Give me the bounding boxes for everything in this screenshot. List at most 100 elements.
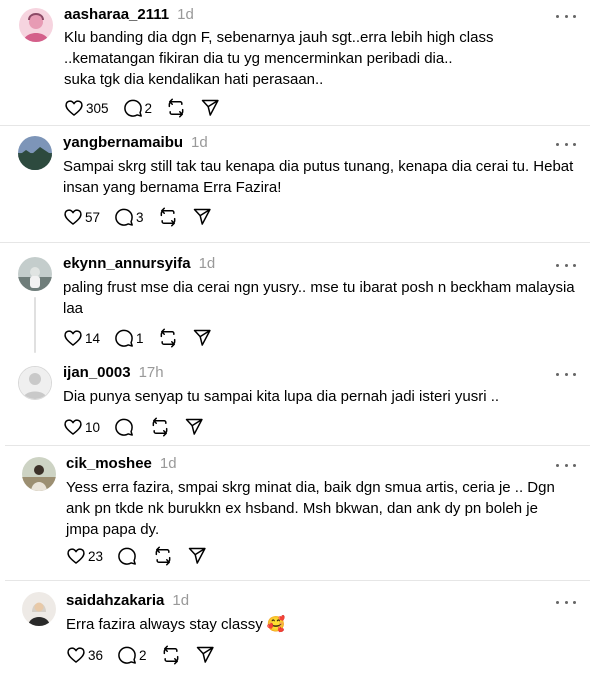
repost-button[interactable] [166,98,186,118]
send-icon [193,329,211,346]
timestamp: 1d [198,255,216,272]
post-header: saidahzakaria 1d [66,592,189,609]
comment-post: aasharaa_2111 1d Klu banding dia dgn F, … [0,0,590,125]
heart-icon [67,548,85,564]
comment-post: ijan_0003 17h Dia punya senyap tu sampai… [0,353,590,445]
comment-post: yangbernamaibu 1d Sampai skrg still tak … [0,126,590,242]
more-options-icon[interactable] [556,139,576,149]
comment-post: cik_moshee 1d Yess erra fazira, smpai sk… [0,446,590,580]
reply-button[interactable]: 2 [117,645,147,665]
send-icon [196,646,214,663]
heart-icon [64,419,82,435]
like-count: 36 [88,647,104,663]
post-header: ekynn_annursyifa 1d [63,255,215,272]
avatar[interactable] [18,257,52,291]
like-button[interactable]: 305 [64,98,109,118]
action-bar: 57 3 [63,207,226,227]
timestamp: 1d [172,592,190,609]
action-bar: 36 2 [66,645,229,665]
reply-button[interactable]: 2 [123,98,153,118]
post-text: paling frust mse dia cerai ngn yusry.. m… [63,279,575,317]
like-count: 305 [86,100,109,116]
repost-button[interactable] [153,546,173,566]
repost-button[interactable] [161,645,181,665]
action-bar: 14 1 [63,328,226,348]
action-bar: 23 [66,546,221,566]
avatar[interactable] [18,136,52,170]
like-button[interactable]: 23 [66,546,103,566]
heart-icon [67,647,85,663]
more-options-icon[interactable] [556,369,576,379]
share-button[interactable] [192,207,212,227]
heart-icon [64,330,82,346]
comment-post: ekynn_annursyifa 1d paling frust mse dia… [0,243,590,353]
send-icon [188,547,206,564]
like-count: 57 [85,209,101,225]
more-options-icon[interactable] [556,597,576,607]
send-icon [201,99,219,116]
repost-icon [155,546,171,566]
reply-button[interactable] [117,546,139,566]
heart-icon [65,100,83,116]
comment-icon [118,547,136,565]
repost-button[interactable] [150,417,170,437]
repost-icon [168,98,184,118]
post-text: Klu banding dia dgn F, sebenarnya jauh s… [64,29,494,88]
username[interactable]: ijan_0003 [63,364,131,381]
reply-count: 1 [136,330,144,346]
post-text: Erra fazira always stay classy 🥰 [66,616,286,633]
post-text: Yess erra fazira, smpai skrg minat dia, … [66,479,555,538]
username[interactable]: cik_moshee [66,455,152,472]
more-options-icon[interactable] [556,11,576,21]
thread-line [34,297,36,353]
like-button[interactable]: 36 [66,645,103,665]
like-button[interactable]: 14 [63,328,100,348]
post-text: Sampai skrg still tak tau kenapa dia put… [63,158,574,196]
avatar[interactable] [18,366,52,400]
reply-count: 2 [144,100,153,116]
post-header: ijan_0003 17h [63,364,164,381]
like-button[interactable]: 10 [63,417,100,437]
post-header: yangbernamaibu 1d [63,134,208,151]
share-button[interactable] [195,645,215,665]
share-button[interactable] [184,417,204,437]
share-button[interactable] [187,546,207,566]
action-bar: 305 2 [64,98,234,118]
post-header: aasharaa_2111 1d [64,6,194,23]
like-count: 14 [85,330,101,346]
username[interactable]: aasharaa_2111 [64,6,169,23]
more-options-icon[interactable] [556,260,576,270]
avatar[interactable] [19,8,53,42]
share-button[interactable] [192,328,212,348]
comment-icon [115,418,133,436]
repost-icon [163,645,178,665]
like-count: 10 [85,419,101,435]
timestamp: 1d [177,6,194,23]
like-button[interactable]: 57 [63,207,100,227]
comment-icon [118,646,136,664]
reply-count: 3 [136,209,144,225]
username[interactable]: yangbernamaibu [63,134,183,151]
timestamp: 1d [159,455,177,472]
heart-icon [64,209,82,225]
avatar[interactable] [22,457,56,491]
reply-button[interactable] [114,417,136,437]
comment-post: saidahzakaria 1d Erra fazira always stay… [0,581,590,675]
like-count: 23 [88,548,104,564]
post-header: cik_moshee 1d [66,455,177,472]
repost-button[interactable] [158,328,178,348]
avatar[interactable] [22,592,56,626]
repost-icon [160,207,175,227]
more-options-icon[interactable] [556,460,576,470]
timestamp: 17h [138,364,164,381]
comment-icon [123,99,142,117]
reply-button[interactable]: 1 [114,328,144,348]
username[interactable]: saidahzakaria [66,592,164,609]
share-button[interactable] [200,98,220,118]
repost-button[interactable] [158,207,178,227]
timestamp: 1d [191,134,208,151]
post-text: Dia punya senyap tu sampai kita lupa dia… [63,388,500,405]
repost-icon [160,328,175,348]
username[interactable]: ekynn_annursyifa [63,255,191,272]
reply-button[interactable]: 3 [114,207,144,227]
